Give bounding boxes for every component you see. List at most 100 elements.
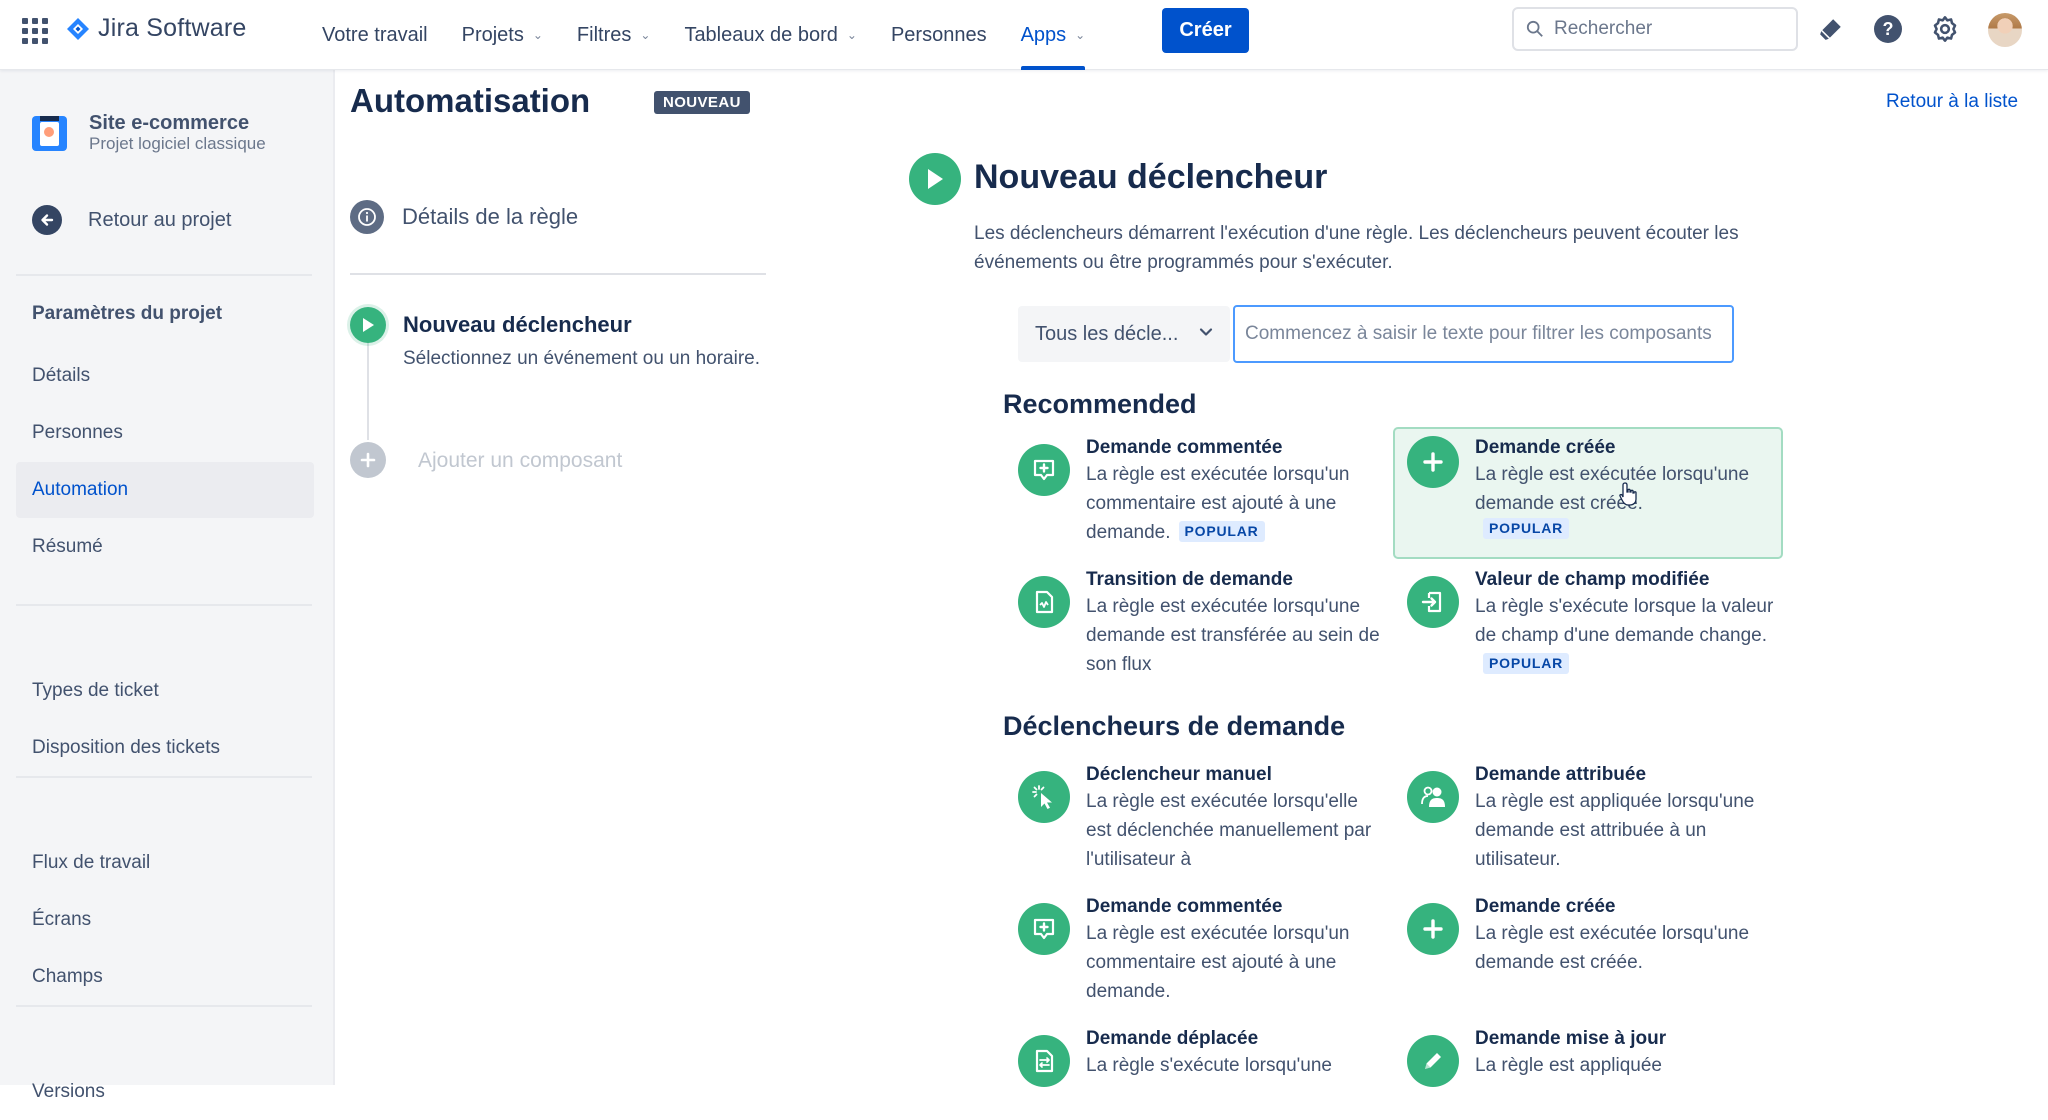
help-icon[interactable]: ? (1873, 14, 1903, 44)
trigger-step-title[interactable]: Nouveau déclencheur (403, 312, 632, 338)
sidebar-item-label: Champs (32, 966, 103, 987)
trigger-title: Demande créée (1475, 896, 1616, 917)
sidebar-item-label: Personnes (32, 422, 123, 443)
sidebar-divider (16, 604, 312, 606)
manual-click-icon (1018, 771, 1070, 823)
chevron-down-icon: ⌄ (532, 28, 543, 42)
trigger-card-issue-created[interactable]: Demande créée La règle est exécutée lors… (1393, 427, 1783, 559)
app-switcher-icon[interactable] (22, 18, 48, 44)
sidebar-item-issue-types[interactable]: Types de ticket (16, 663, 314, 719)
sidebar-item-summary[interactable]: Résumé (16, 519, 314, 575)
trigger-description: La règle est exécutée lorsqu'elle est dé… (1086, 791, 1372, 870)
chevron-down-icon: ⌄ (1075, 28, 1086, 42)
nav-dashboards[interactable]: Tableaux de bord ⌄ (667, 0, 874, 70)
component-filter-input[interactable] (1233, 305, 1734, 363)
plus-icon (1407, 436, 1459, 488)
steps-divider (350, 273, 766, 275)
back-to-project-label: Retour au projet (88, 208, 232, 231)
trigger-card-field-value-changed[interactable]: Valeur de champ modifiée La règle s'exéc… (1407, 567, 1787, 679)
trigger-card-issue-moved[interactable]: Demande déplacée La règle s'exécute lors… (1018, 1026, 1398, 1087)
back-to-list-link[interactable]: Retour à la liste (1886, 91, 2018, 113)
sidebar-item-people[interactable]: Personnes (16, 405, 314, 461)
trigger-description: La règle est exécutée lorsqu'un commenta… (1086, 923, 1350, 1002)
nav-filters[interactable]: Filtres ⌄ (560, 0, 668, 70)
nav-label: Tableaux de bord (684, 23, 838, 46)
nav-your-work[interactable]: Votre travail (305, 0, 445, 70)
trigger-title: Déclencheur manuel (1086, 764, 1272, 785)
trigger-title: Demande mise à jour (1475, 1028, 1667, 1049)
sidebar-item-label: Automation (32, 479, 129, 500)
play-icon[interactable] (350, 307, 386, 343)
trigger-card-manual[interactable]: Déclencheur manuel La règle est exécutée… (1018, 762, 1398, 874)
sidebar-item-label: Écrans (32, 909, 92, 930)
trigger-card-issue-created-2[interactable]: Demande créée La règle est exécutée lors… (1407, 894, 1787, 977)
sidebar-item-automation[interactable]: Automation (16, 462, 314, 518)
comment-add-icon (1018, 903, 1070, 955)
popular-badge: POPULAR (1483, 653, 1570, 674)
sidebar-item-screens[interactable]: Écrans (16, 892, 314, 948)
trigger-category-select[interactable]: Tous les décle... (1018, 306, 1230, 362)
comment-add-icon (1018, 444, 1070, 496)
notifications-icon[interactable] (1816, 14, 1846, 44)
move-icon (1018, 1035, 1070, 1087)
chevron-down-icon: ⌄ (846, 28, 857, 42)
nav-people[interactable]: Personnes (874, 0, 1004, 70)
field-change-icon (1407, 576, 1459, 628)
trigger-card-issue-commented[interactable]: Demande commentée La règle est exécutée … (1018, 435, 1398, 547)
hand-cursor-icon (1619, 482, 1637, 506)
sidebar-item-issue-layout[interactable]: Disposition des tickets (16, 720, 314, 776)
search-icon (1526, 20, 1543, 37)
popular-badge: POPULAR (1483, 518, 1570, 539)
primary-nav: Votre travail Projets ⌄ Filtres ⌄ Tableaux… (305, 0, 1102, 70)
trigger-title: Demande attribuée (1475, 764, 1647, 785)
jira-logo[interactable]: Jira Software (66, 14, 247, 43)
trigger-description: La règle est exécutée lorsqu'un commenta… (1086, 460, 1398, 547)
trigger-card-issue-commented[interactable]: Demande commentée La règle est exécutée … (1018, 894, 1398, 1006)
trigger-description: La règle s'exécute lorsqu'une (1086, 1055, 1332, 1076)
create-button[interactable]: Créer (1162, 8, 1249, 53)
nav-projects[interactable]: Projets ⌄ (445, 0, 560, 70)
project-name: Site e-commerce (89, 112, 250, 134)
user-avatar[interactable] (1988, 13, 2022, 47)
back-to-project-link[interactable]: Retour au projet (32, 205, 231, 235)
transition-icon (1018, 576, 1070, 628)
trigger-description: La règle est appliquée (1475, 1055, 1662, 1076)
project-sidebar: Site e-commerce Projet logiciel classiqu… (0, 70, 335, 1102)
trigger-title: Transition de demande (1086, 569, 1293, 590)
nav-label: Personnes (890, 23, 987, 46)
top-navigation: Jira Software Votre travail Projets ⌄ Fil… (0, 0, 2048, 70)
sidebar-divider (16, 1005, 312, 1007)
trigger-play-icon (909, 153, 961, 205)
trigger-card-issue-assigned[interactable]: Demande attribuée La règle est appliquée… (1407, 762, 1787, 874)
trigger-title: Demande déplacée (1086, 1028, 1259, 1049)
trigger-description: La règle est exécutée lorsqu'une demande… (1086, 596, 1380, 675)
section-title-recommended: Recommended (1003, 389, 1197, 419)
sidebar-item-details[interactable]: Détails (16, 348, 314, 404)
rule-details-step[interactable]: Détails de la règle (350, 200, 578, 234)
info-icon (350, 200, 384, 234)
search-input[interactable] (1554, 18, 1784, 40)
sidebar-item-label: Types de ticket (32, 680, 159, 701)
sidebar-item-fields[interactable]: Champs (16, 949, 314, 1005)
popular-badge: POPULAR (1178, 521, 1265, 542)
nav-apps[interactable]: Apps ⌄ (1004, 0, 1103, 70)
trigger-step-description: Sélectionnez un événement ou un horaire. (403, 348, 761, 369)
sidebar-item-label: Flux de travail (32, 852, 151, 873)
trigger-description: La règle est exécutée lorsqu'une demande… (1475, 923, 1750, 973)
add-component-button[interactable]: Ajouter un composant (418, 449, 622, 473)
trigger-title: Demande commentée (1086, 896, 1283, 917)
sidebar-item-versions[interactable]: Versions (16, 1064, 314, 1120)
add-component-plus-icon[interactable] (350, 442, 386, 478)
plus-icon (1407, 903, 1459, 955)
settings-icon[interactable] (1930, 14, 1960, 44)
trigger-picker-title: Nouveau déclencheur (974, 158, 1328, 196)
nav-label: Filtres (576, 23, 632, 46)
trigger-card-issue-updated[interactable]: Demande mise à jour La règle est appliqu… (1407, 1026, 1787, 1087)
trigger-description-text: La règle s'exécute lorsque la valeur de … (1475, 596, 1774, 646)
trigger-card-issue-transitioned[interactable]: Transition de demande La règle est exécu… (1018, 567, 1398, 679)
sidebar-item-workflows[interactable]: Flux de travail (16, 835, 314, 891)
sidebar-item-label: Résumé (32, 536, 103, 557)
search-box[interactable] (1512, 7, 1798, 51)
project-header[interactable]: Site e-commerce Projet logiciel classiqu… (32, 112, 266, 154)
trigger-description: La règle s'exécute lorsque la valeur de … (1475, 592, 1775, 679)
